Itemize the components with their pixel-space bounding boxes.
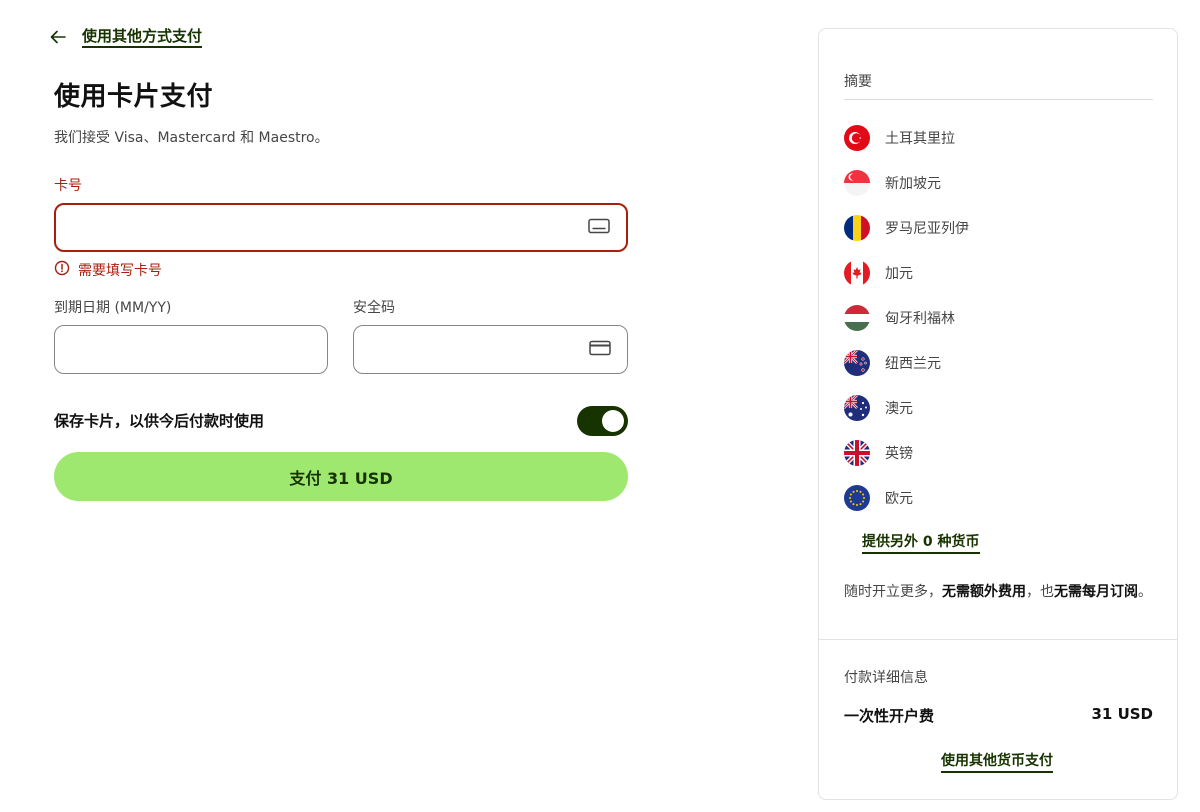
- list-item: 纽西兰元: [844, 340, 1153, 385]
- currency-name: 加元: [885, 265, 913, 282]
- pay-button[interactable]: 支付 31 USD: [54, 452, 628, 501]
- currency-name: 新加坡元: [885, 175, 941, 192]
- currency-name: 纽西兰元: [885, 355, 941, 372]
- list-item: 加元: [844, 250, 1153, 295]
- card-number-error: 需要填写卡号: [54, 260, 162, 280]
- fee-value: 31 USD: [1091, 705, 1153, 723]
- save-card-toggle[interactable]: [577, 406, 628, 436]
- list-item: 欧元: [844, 475, 1153, 520]
- australia-flag-icon: [844, 394, 870, 421]
- expiry-input[interactable]: [54, 325, 328, 374]
- card-number-error-text: 需要填写卡号: [78, 263, 162, 279]
- note-bold-text: 无需额外费用: [942, 584, 1026, 600]
- note-text: ，也: [1026, 584, 1054, 600]
- turkey-flag-icon: [844, 124, 870, 151]
- currency-name: 罗马尼亚列伊: [885, 220, 969, 237]
- expiry-label: 到期日期 (MM/YY): [54, 300, 172, 316]
- alert-circle-icon: [54, 260, 70, 280]
- note-text: 。: [1138, 584, 1152, 600]
- security-code-input[interactable]: [353, 325, 628, 374]
- list-item: 新加坡元: [844, 160, 1153, 205]
- back-link[interactable]: 使用其他方式支付: [50, 24, 203, 50]
- summary-card: 摘要 土耳其里拉 新加坡元 罗马尼亚列伊 加元 匈牙利福林 纽西兰元 澳元 英镑…: [818, 28, 1178, 800]
- currency-name: 英镑: [885, 445, 913, 462]
- summary-title: 摘要: [844, 74, 872, 90]
- currency-name: 澳元: [885, 400, 913, 417]
- note-bold-text: 无需每月订阅: [1054, 584, 1138, 600]
- currency-list: 土耳其里拉 新加坡元 罗马尼亚列伊 加元 匈牙利福林 纽西兰元 澳元 英镑 欧元: [844, 115, 1153, 520]
- uk-flag-icon: [844, 439, 870, 466]
- security-code-label: 安全码: [353, 300, 395, 316]
- currency-name: 土耳其里拉: [885, 130, 955, 147]
- hungary-flag-icon: [844, 304, 870, 331]
- list-item: 罗马尼亚列伊: [844, 205, 1153, 250]
- list-item: 土耳其里拉: [844, 115, 1153, 160]
- list-item: 匈牙利福林: [844, 295, 1153, 340]
- list-item: 澳元: [844, 385, 1153, 430]
- currency-name: 匈牙利福林: [885, 310, 955, 327]
- more-currencies-link[interactable]: 提供另外 0 种货币: [862, 531, 980, 554]
- singapore-flag-icon: [844, 169, 870, 196]
- note-text: 随时开立更多，: [844, 584, 942, 600]
- card-back-icon: [589, 340, 611, 360]
- arrow-left-icon: [50, 30, 66, 44]
- romania-flag-icon: [844, 214, 870, 241]
- eu-flag-icon: [844, 484, 870, 511]
- card-icon: [588, 218, 610, 238]
- pay-other-currency-link[interactable]: 使用其他货币支付: [941, 750, 1053, 773]
- card-number-label: 卡号: [54, 178, 82, 194]
- payment-details-title: 付款详细信息: [844, 670, 928, 686]
- canada-flag-icon: [844, 259, 870, 286]
- accepted-cards-text: 我们接受 Visa、Mastercard 和 Maestro。: [54, 130, 329, 146]
- back-link-label: 使用其他方式支付: [82, 27, 203, 48]
- divider: [844, 99, 1153, 100]
- fee-row: 一次性开户费 31 USD: [844, 705, 1153, 726]
- save-card-row: 保存卡片，以供今后付款时使用: [54, 406, 628, 436]
- page-title: 使用卡片支付: [54, 82, 214, 112]
- summary-note: 随时开立更多，无需额外费用，也无需每月订阅。: [844, 581, 1156, 603]
- save-card-label: 保存卡片，以供今后付款时使用: [54, 412, 265, 430]
- list-item: 英镑: [844, 430, 1153, 475]
- currency-name: 欧元: [885, 490, 913, 507]
- new-zealand-flag-icon: [844, 349, 870, 376]
- card-number-input[interactable]: [54, 203, 628, 252]
- toggle-knob: [602, 410, 624, 432]
- fee-label: 一次性开户费: [844, 707, 935, 725]
- divider: [819, 639, 1177, 640]
